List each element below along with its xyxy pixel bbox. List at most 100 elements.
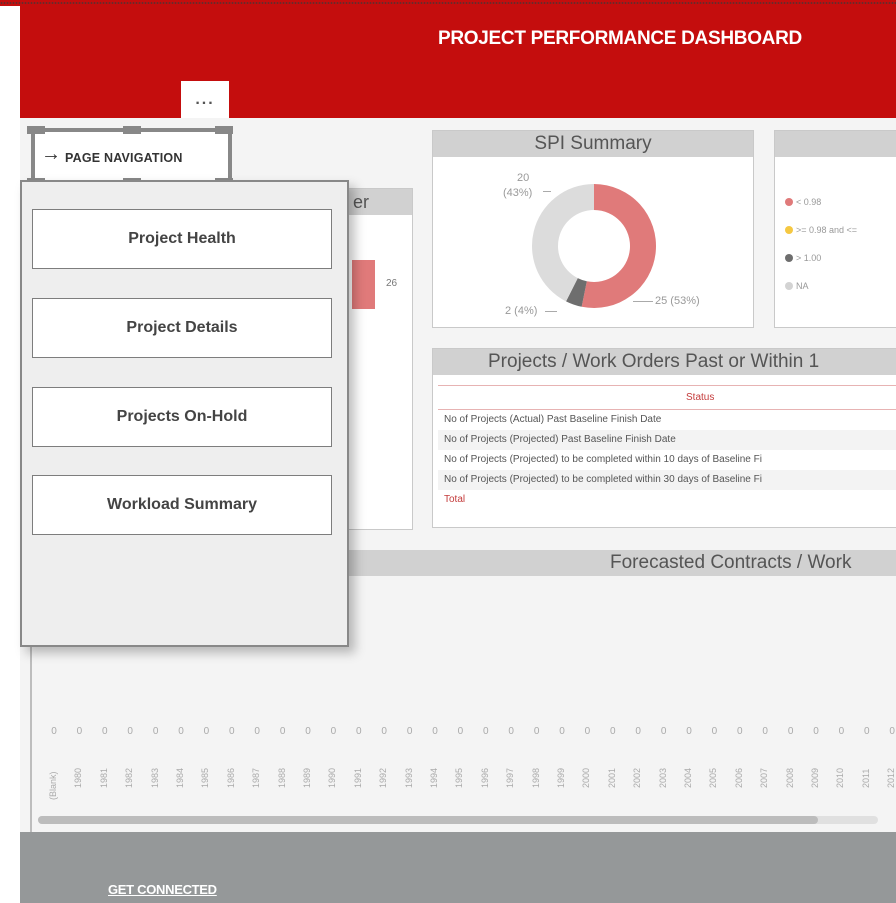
forecast-year-label: 1995 [454, 767, 465, 788]
forecast-value-label: 0 [229, 726, 235, 737]
forecast-value-label: 0 [483, 726, 489, 737]
forecast-year-label: 2004 [683, 767, 693, 788]
legend-label: > 1.00 [796, 253, 822, 263]
forecast-value-label: 0 [356, 726, 362, 737]
forecast-year-label: 2009 [810, 767, 820, 788]
table-row[interactable]: No of Projects (Projected) to be complet… [438, 469, 896, 490]
forecast-year-label: 1987 [251, 767, 262, 788]
forecast-year-label: 2003 [657, 767, 668, 788]
spi-summary-title: SPI Summary [433, 131, 753, 157]
table-row[interactable]: No of Projects (Projected) Past Baseline… [438, 429, 896, 450]
forecast-value-label: 0 [610, 726, 616, 737]
forecast-year-label: 1991 [352, 767, 363, 788]
page-title: PROJECT PERFORMANCE DASHBOARD [438, 28, 802, 49]
forecast-value-label: 0 [660, 726, 667, 737]
footer: GET CONNECTED [20, 832, 896, 903]
forecast-value-label: 0 [508, 726, 514, 737]
forecast-value-label: 0 [787, 726, 794, 737]
forecast-value-label: 0 [51, 726, 57, 737]
legend-card-title [775, 131, 896, 157]
forecast-value-label: 0 [279, 726, 286, 737]
forecast-year-label: 1981 [98, 767, 109, 788]
table-row-total[interactable]: Total [438, 490, 896, 510]
status-column-header[interactable]: Status [438, 385, 896, 410]
forecast-value-label: 0 [127, 726, 133, 737]
forecast-year-label: 1984 [175, 767, 185, 788]
forecast-year-label: 2011 [860, 768, 871, 788]
forecast-year-label: 1990 [327, 767, 338, 788]
resize-handle[interactable] [123, 126, 141, 134]
left-card-bar-label: 26 [386, 278, 398, 289]
legend-item-na[interactable]: NA [785, 281, 809, 291]
forecast-value-label: 0 [635, 726, 641, 737]
legend-label: < 0.98 [796, 197, 822, 207]
forecast-year-label: 2005 [708, 767, 719, 788]
page-navigation-toggle[interactable]: → PAGE NAVIGATION [27, 126, 233, 186]
resize-handle[interactable] [215, 126, 233, 134]
lead-line-red [633, 301, 653, 302]
forecast-year-label: 1993 [403, 767, 414, 788]
forecast-year-label: 1980 [73, 767, 84, 788]
nav-workload-summary-button[interactable]: Workload Summary [32, 475, 332, 535]
nav-projects-on-hold-button[interactable]: Projects On-Hold [32, 387, 332, 447]
resize-handle[interactable] [27, 126, 45, 134]
forecast-value-label: 0 [584, 726, 591, 737]
row-label: No of Projects (Projected) Past Baseline… [438, 429, 896, 450]
forecast-year-label: 1989 [302, 767, 312, 788]
legend-item-red[interactable]: < 0.98 [785, 197, 821, 207]
row-label-total: Total [444, 494, 466, 505]
orders-table: Status No of Projects (Actual) Past Base… [438, 385, 896, 510]
spi-summary-card: SPI Summary 20 (43%) 25 (53%) 2 (4%) [432, 130, 754, 328]
forecast-value-label: 0 [406, 726, 413, 737]
legend-label: >= 0.98 and <= [796, 225, 858, 235]
legend-dot-yellow-icon [785, 226, 793, 234]
page-navigation-label: PAGE NAVIGATION [65, 151, 183, 165]
orders-title: Projects / Work Orders Past or Within 1 [433, 349, 896, 375]
orders-card: Projects / Work Orders Past or Within 1 … [432, 348, 896, 528]
arrow-right-icon: → [41, 143, 61, 165]
forecast-value-label: 0 [305, 726, 311, 737]
forecast-year-label: 2002 [632, 767, 643, 788]
forecast-year-label: 1986 [225, 767, 236, 788]
scrollbar-thumb[interactable] [38, 816, 818, 824]
forecast-year-label: 2000 [581, 767, 592, 788]
forecast-year-label: 2007 [759, 767, 770, 788]
row-label: No of Projects (Actual) Past Baseline Fi… [444, 414, 662, 426]
forecast-value-label: 0 [686, 726, 692, 737]
lead-line-dark [545, 311, 557, 312]
forecast-value-label: 0 [432, 726, 438, 737]
forecast-year-label: 2001 [606, 767, 617, 788]
forecast-year-label: 1982 [124, 767, 135, 788]
get-connected-link[interactable]: GET CONNECTED [108, 882, 217, 897]
table-row[interactable]: No of Projects (Actual) Past Baseline Fi… [438, 410, 896, 430]
forecast-value-label: 0 [178, 726, 184, 737]
forecast-value-label: 0 [254, 726, 260, 737]
legend-item-dark[interactable]: > 1.00 [785, 253, 821, 263]
forecast-year-label: 1983 [149, 767, 160, 788]
legend-label: NA [796, 281, 809, 291]
donut-label-dark: 2 (4%) [505, 305, 538, 317]
nav-project-details-button[interactable]: Project Details [32, 298, 332, 358]
forecast-year-label: 2006 [733, 767, 744, 788]
forecast-value-label: 0 [533, 726, 540, 737]
more-options-button[interactable]: ... [181, 81, 229, 119]
forecast-year-label: 1994 [429, 767, 439, 788]
forecast-value-label: 0 [203, 726, 210, 737]
forecast-value-label: 0 [330, 726, 337, 737]
spi-donut-chart[interactable] [529, 181, 659, 311]
forecast-year-label: 1999 [556, 767, 566, 788]
forecast-value-label: 0 [864, 726, 870, 737]
forecast-year-label: 1985 [200, 767, 211, 788]
left-card-bar[interactable] [352, 260, 375, 309]
nav-project-health-button[interactable]: Project Health [32, 209, 332, 269]
forecast-value-label: 0 [76, 726, 83, 737]
donut-label-na-value: 20 [517, 172, 530, 184]
table-row[interactable]: No of Projects (Projected) to be complet… [438, 450, 896, 470]
forecast-year-label: 1996 [479, 767, 490, 788]
forecast-year-label: 2008 [784, 767, 795, 788]
forecast-year-label: 1998 [530, 767, 541, 788]
forecast-year-label: 1988 [276, 767, 287, 788]
legend-item-yellow[interactable]: >= 0.98 and <= [785, 225, 857, 235]
row-label: No of Projects (Projected) to be complet… [438, 469, 896, 490]
forecast-value-label: 0 [762, 726, 768, 737]
